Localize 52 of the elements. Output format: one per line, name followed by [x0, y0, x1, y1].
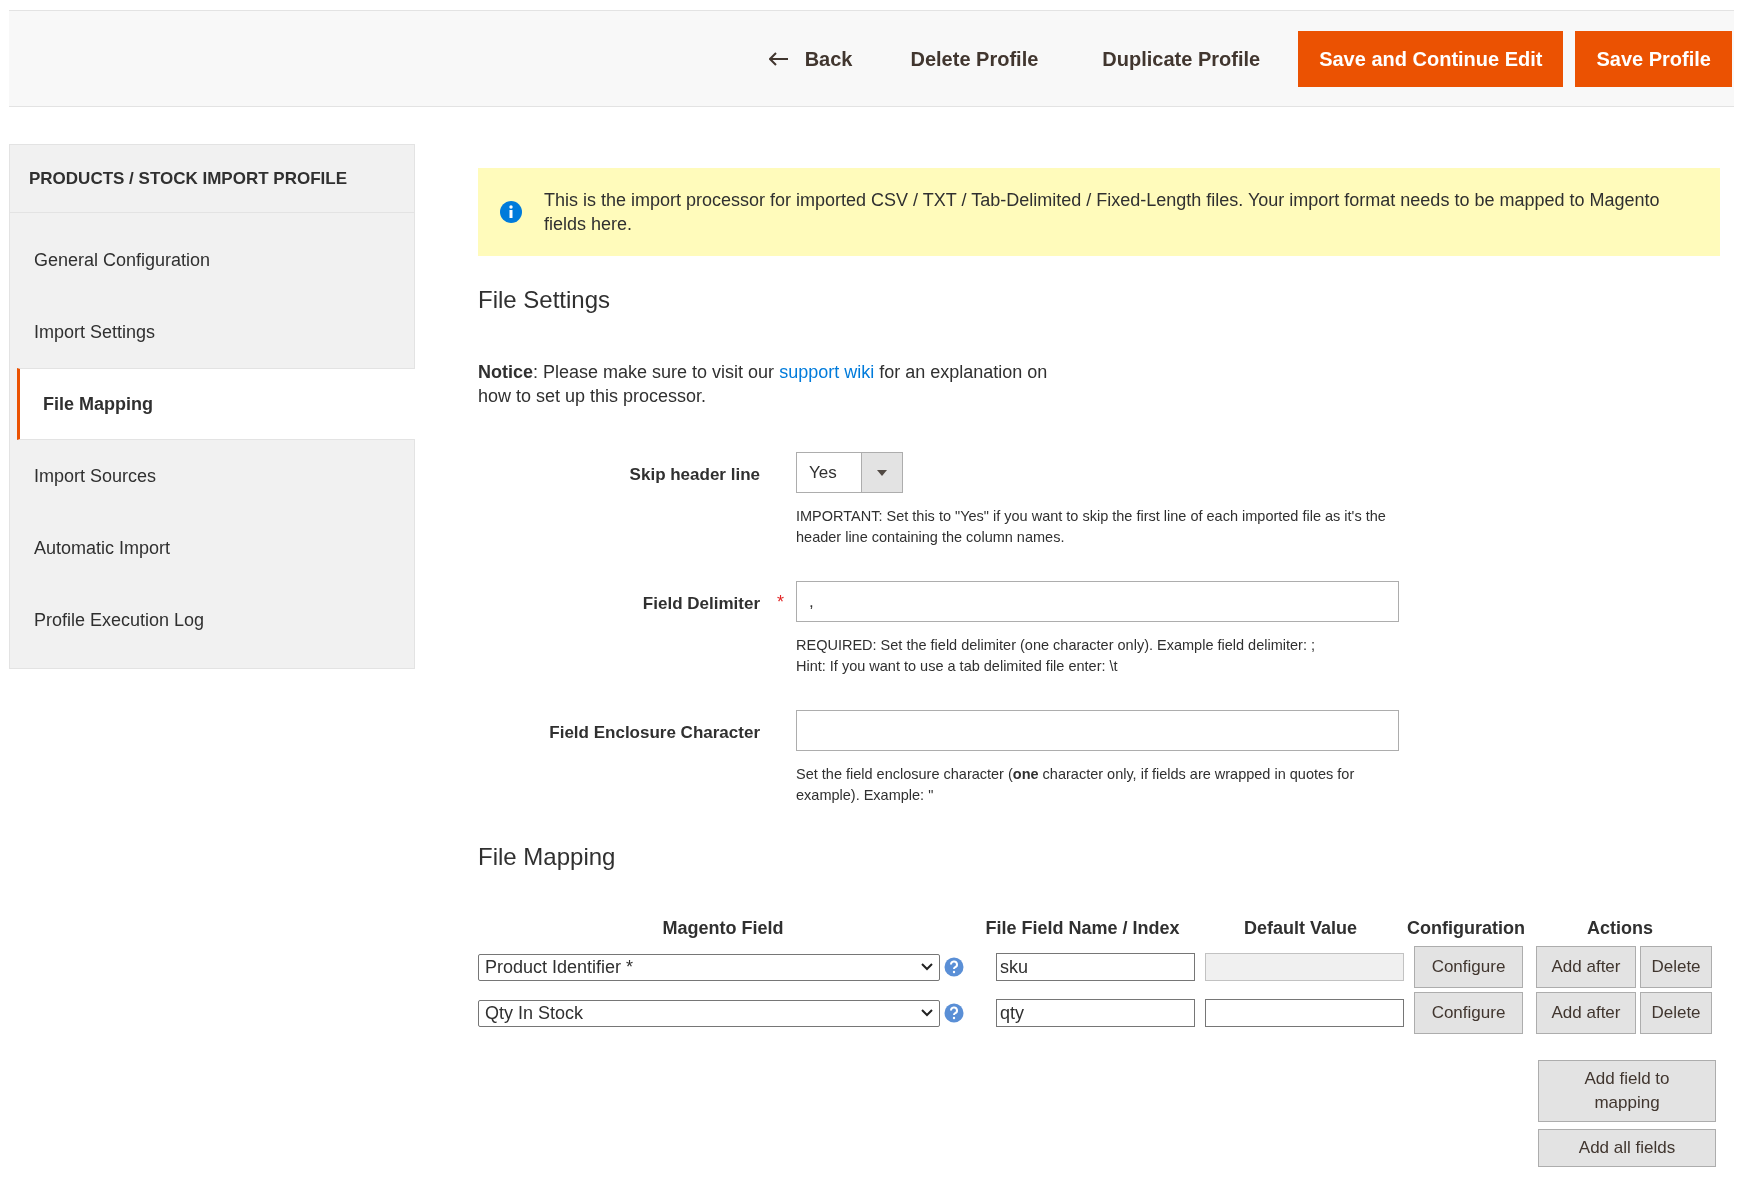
delete-button[interactable]: Delete: [1640, 992, 1712, 1034]
configure-button[interactable]: Configure: [1414, 946, 1523, 988]
text-field[interactable]: qty: [996, 999, 1195, 1027]
add-after-button[interactable]: Add after: [1536, 946, 1636, 988]
dropdown-field[interactable]: Product Identifier *: [478, 953, 940, 981]
sidebar-item[interactable]: General Configuration: [10, 224, 414, 296]
select-field[interactable]: Yes: [796, 452, 903, 493]
notice-text: Notice: Please make sure to visit our support wiki for an explanation on how to set up this processor.: [478, 361, 1049, 408]
mapping-button[interactable]: Add all fields: [1538, 1129, 1716, 1167]
help-icon: [944, 1003, 964, 1023]
column-header: Actions: [1586, 917, 1654, 940]
toolbar-button[interactable]: Delete Profile: [884, 30, 1065, 87]
field-note: IMPORTANT: Set this to "Yes" if you want to skip the first line of each imported file as it's the header line containing the column names.: [796, 507, 1387, 547]
field-note: Set the field enclosure character (one character only, if fields are wrapped in quotes for example). Example: ": [796, 765, 1356, 805]
sidebar-item[interactable]: Import Settings: [10, 296, 414, 368]
arrow-left-icon: [768, 51, 789, 66]
column-header: Magento Field: [661, 917, 785, 940]
save-button[interactable]: Save Profile: [1575, 30, 1732, 87]
column-header: Default Value: [1242, 917, 1358, 940]
text-field[interactable]: ,: [796, 581, 1399, 622]
column-header: Configuration: [1406, 917, 1526, 940]
sidebar-title: PRODUCTS / STOCK IMPORT PROFILE: [10, 145, 414, 213]
support-wiki-link[interactable]: support wiki: [779, 362, 875, 382]
chevron-down-icon: [921, 1009, 933, 1017]
required-mark: *: [777, 591, 784, 614]
caret-icon: [877, 469, 887, 476]
chevron-down-icon: [921, 963, 933, 971]
dropdown-field[interactable]: Qty In Stock: [478, 999, 940, 1027]
column-header: File Field Name / Index: [984, 917, 1181, 940]
text-field[interactable]: sku: [996, 953, 1195, 981]
field-label: Field Delimiter: [642, 593, 760, 615]
field-label: Skip header line: [629, 464, 760, 486]
save-button[interactable]: Save and Continue Edit: [1298, 30, 1564, 87]
delete-button[interactable]: Delete: [1640, 946, 1712, 988]
toolbar-button[interactable]: Duplicate Profile: [1076, 30, 1287, 87]
mapping-button[interactable]: Add field to mapping: [1538, 1060, 1716, 1122]
field-label: Field Enclosure Character: [549, 722, 760, 744]
section-title: File Settings: [478, 285, 612, 315]
configure-button[interactable]: Configure: [1414, 992, 1523, 1034]
info-icon: [500, 201, 522, 223]
sidebar-item[interactable]: Automatic Import: [10, 512, 414, 584]
add-after-button[interactable]: Add after: [1536, 992, 1636, 1034]
sidebar-item[interactable]: Import Sources: [10, 440, 414, 512]
help-icon: [944, 957, 964, 977]
text-field[interactable]: [796, 710, 1399, 751]
info-text: This is the import processor for imported CSV / TXT / Tab-Delimited / Fixed-Length files. Your import format needs to be mapped to Magento fields here.: [544, 189, 1661, 236]
sidebar-item[interactable]: File Mapping: [17, 368, 415, 440]
section-title: File Mapping: [478, 842, 617, 872]
default-value-field[interactable]: [1205, 999, 1404, 1027]
sidebar-item[interactable]: Profile Execution Log: [10, 584, 414, 656]
back-button[interactable]: Back: [748, 30, 873, 87]
field-note: REQUIRED: Set the field delimiter (one character only). Example field delimiter: ; Hint: If you want to use a tab delimited file enter: \t: [796, 636, 1316, 676]
